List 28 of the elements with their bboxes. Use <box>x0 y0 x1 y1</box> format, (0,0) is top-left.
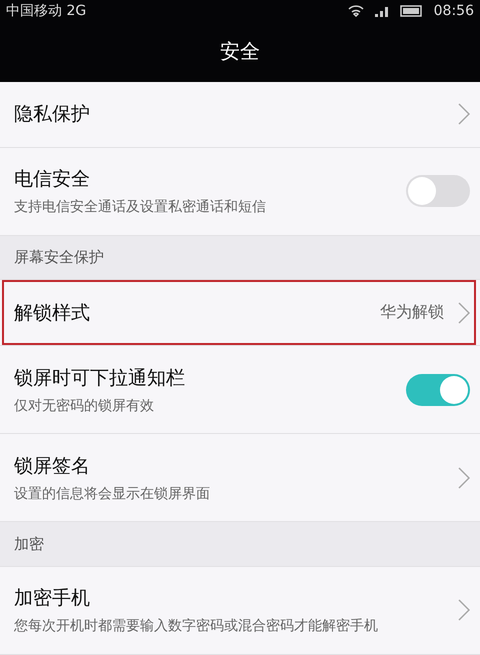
setting-title[interactable]: 锁屏时可下拉通知栏 <box>14 364 406 391</box>
page-title: 安全 <box>220 38 260 66</box>
toggle-switch[interactable] <box>406 374 470 406</box>
setting-description: 仅对无密码的锁屏有效 <box>14 396 155 415</box>
chevron-icon <box>458 103 470 126</box>
setting-title[interactable]: 隐私保护 <box>14 101 458 128</box>
section-title: 加密 <box>14 534 44 554</box>
clock-text: 08:56 <box>434 2 474 19</box>
setting-description: 设置的信息将会显示在锁屏界面 <box>14 484 211 503</box>
carrier-text: 中国移动 2G <box>6 2 86 20</box>
setting-title[interactable]: 锁屏签名 <box>14 452 458 479</box>
setting-description: 您每次开机时都需要输入数字密码或混合密码才能解密手机 <box>14 617 379 636</box>
setting-description: 支持电信安全通话及设置私密通话和短信 <box>14 198 267 216</box>
chevron-icon <box>458 466 470 489</box>
setting-value: 华为解锁 <box>380 302 444 324</box>
signal-icon <box>374 4 390 17</box>
toggle-switch[interactable] <box>406 175 470 208</box>
setting-title[interactable]: 解锁样式 <box>14 300 380 326</box>
battery-icon <box>400 4 424 17</box>
setting-title[interactable]: 加密手机 <box>14 585 458 612</box>
section-title: 屏幕安全保护 <box>14 248 104 267</box>
settings-row[interactable]: 隐私保护 <box>0 82 480 148</box>
settings-row[interactable]: 解锁样式 华为解锁 <box>0 280 480 346</box>
wifi-icon <box>348 4 364 17</box>
settings-row[interactable]: 电信安全 支持电信安全通话及设置私密通话和短信 <box>0 148 480 236</box>
chevron-icon <box>458 302 470 324</box>
chevron-icon <box>458 599 470 622</box>
setting-title[interactable]: 电信安全 <box>14 166 406 192</box>
